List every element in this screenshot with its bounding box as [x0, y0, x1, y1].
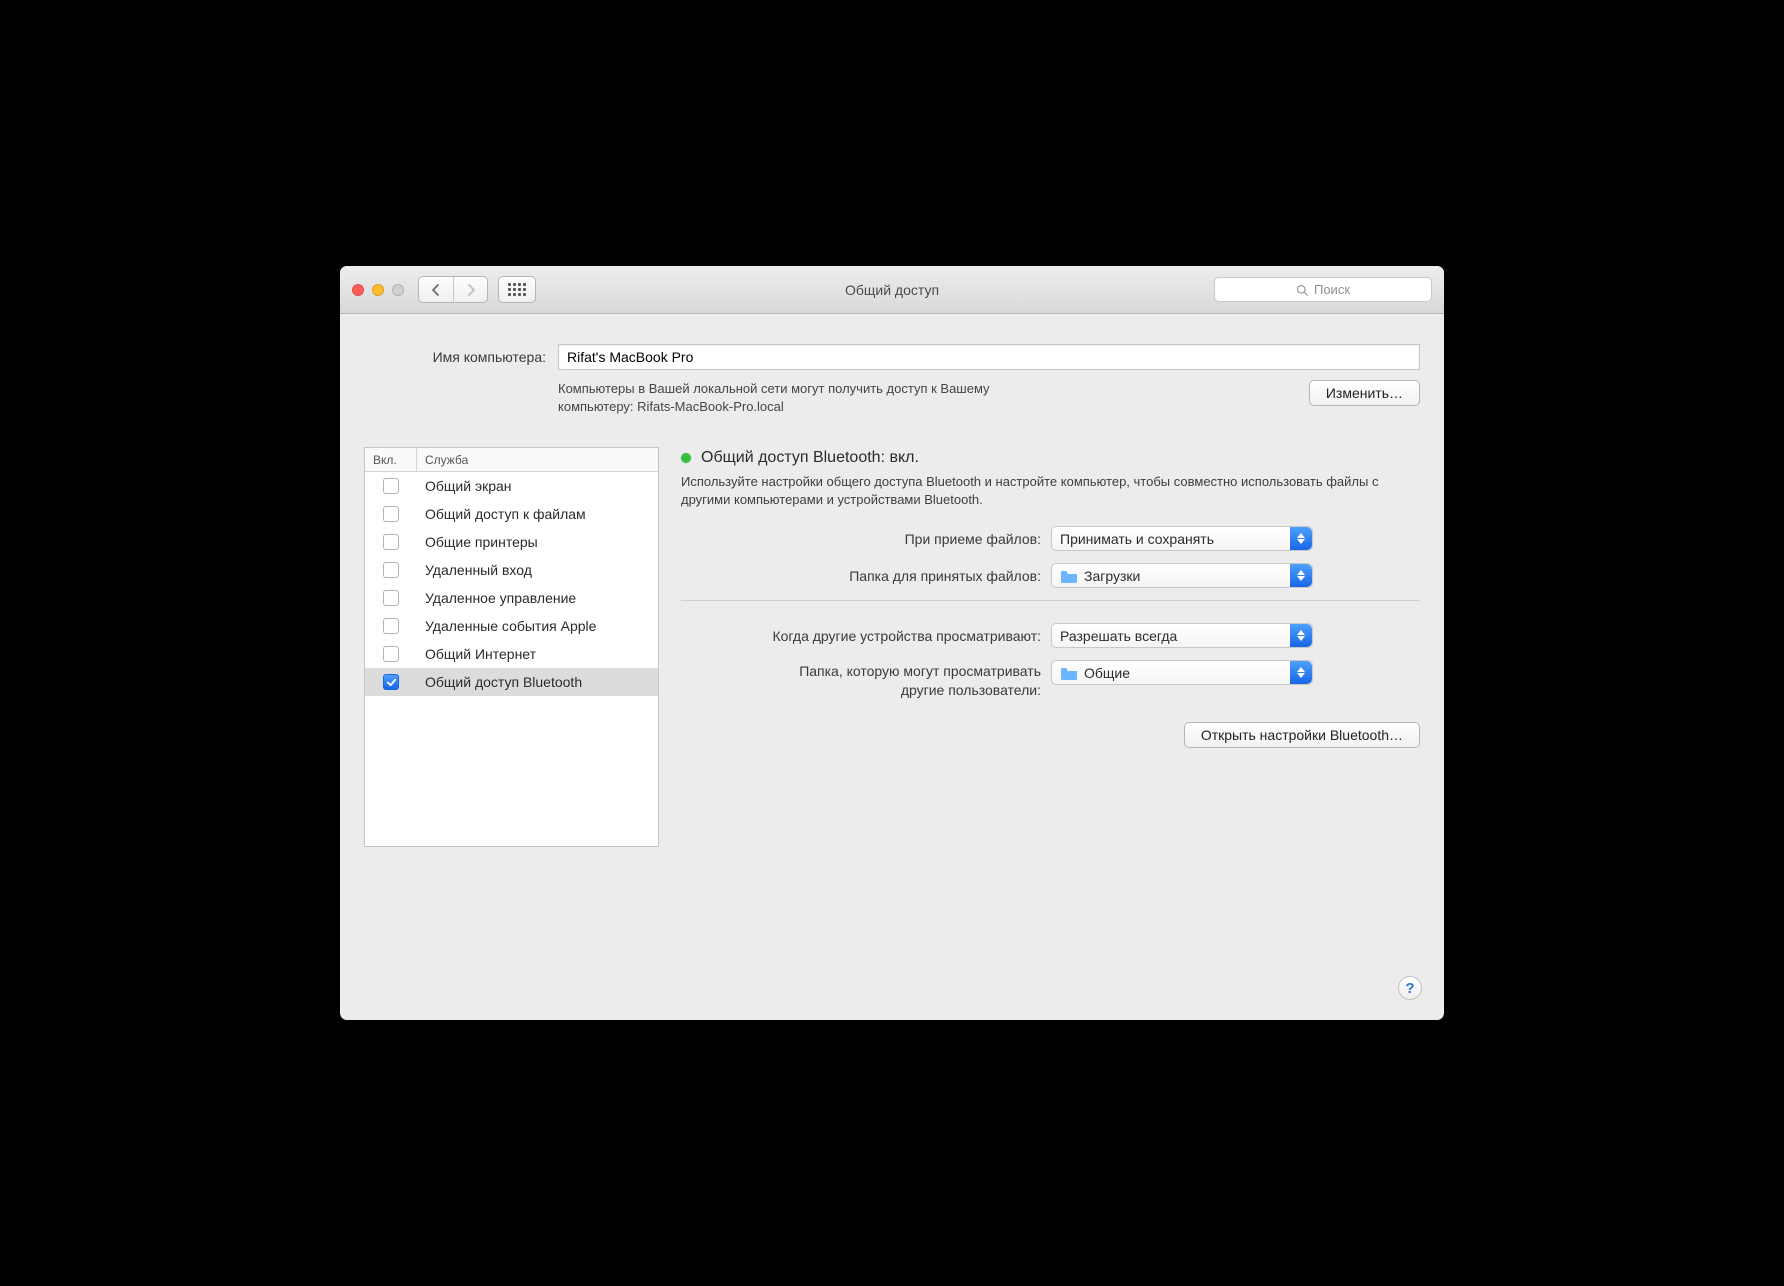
open-bluetooth-prefs-button[interactable]: Открыть настройки Bluetooth… [1184, 722, 1420, 748]
service-checkbox[interactable] [383, 534, 399, 550]
search-input[interactable]: Поиск [1214, 277, 1432, 302]
browse-folder-label: Папка, которую могут просматривать други… [681, 662, 1041, 700]
receive-folder-popup[interactable]: Загрузки [1051, 563, 1313, 588]
show-all-button[interactable] [498, 276, 536, 303]
service-checkbox[interactable] [383, 618, 399, 634]
col-service-header: Служба [417, 453, 468, 467]
services-table: Вкл. Служба Общий экран Общий доступ к фа… [364, 447, 659, 847]
search-icon [1296, 284, 1308, 296]
help-button[interactable]: ? [1398, 976, 1422, 1000]
service-label: Общий экран [417, 478, 512, 494]
status-title: Общий доступ Bluetooth: вкл. [701, 449, 919, 467]
service-checkbox[interactable] [383, 590, 399, 606]
chevron-left-icon [430, 284, 442, 296]
browse-action-label: Когда другие устройства просматривают: [681, 628, 1041, 644]
service-checkbox[interactable] [383, 478, 399, 494]
service-checkbox[interactable] [383, 506, 399, 522]
service-label: Общие принтеры [417, 534, 538, 550]
service-checkbox[interactable] [383, 674, 399, 690]
receive-action-label: При приеме файлов: [681, 531, 1041, 547]
service-checkbox[interactable] [383, 646, 399, 662]
service-row[interactable]: Общий доступ Bluetooth [365, 668, 658, 696]
popup-stepper-icon [1290, 527, 1312, 550]
service-checkbox[interactable] [383, 562, 399, 578]
browse-folder-popup[interactable]: Общие [1051, 660, 1313, 685]
folder-icon [1060, 569, 1078, 583]
service-label: Общий доступ Bluetooth [417, 674, 582, 690]
window-controls [352, 284, 404, 296]
edit-hostname-button[interactable]: Изменить… [1309, 380, 1420, 406]
content-area: Имя компьютера: Компьютеры в Вашей локал… [340, 314, 1444, 1020]
service-description: Используйте настройки общего доступа Blu… [681, 473, 1420, 508]
popup-stepper-icon [1290, 624, 1312, 647]
computer-name-input[interactable] [558, 344, 1420, 370]
service-row[interactable]: Общий Интернет [365, 640, 658, 668]
service-label: Общий Интернет [417, 646, 536, 662]
service-row[interactable]: Общий доступ к файлам [365, 500, 658, 528]
grid-icon [508, 283, 526, 296]
service-label: Удаленные события Apple [417, 618, 596, 634]
divider [681, 600, 1420, 601]
check-icon [386, 677, 397, 688]
service-detail: Общий доступ Bluetooth: вкл. Используйте… [681, 447, 1420, 847]
service-row[interactable]: Удаленное управление [365, 584, 658, 612]
titlebar: Общий доступ Поиск [340, 266, 1444, 314]
receive-folder-label: Папка для принятых файлов: [681, 568, 1041, 584]
computer-name-label: Имя компьютера: [364, 349, 546, 365]
service-row[interactable]: Общий экран [365, 472, 658, 500]
service-label: Общий доступ к файлам [417, 506, 586, 522]
folder-icon [1060, 666, 1078, 680]
minimize-icon[interactable] [372, 284, 384, 296]
service-label: Удаленный вход [417, 562, 532, 578]
popup-stepper-icon [1290, 661, 1312, 684]
zoom-icon [392, 284, 404, 296]
popup-stepper-icon [1290, 564, 1312, 587]
service-row[interactable]: Общие принтеры [365, 528, 658, 556]
services-header: Вкл. Служба [365, 448, 658, 472]
nav-segment [418, 276, 488, 303]
close-icon[interactable] [352, 284, 364, 296]
browse-action-popup[interactable]: Разрешать всегда [1051, 623, 1313, 648]
back-button[interactable] [419, 277, 453, 302]
col-on-header: Вкл. [365, 448, 417, 471]
search-placeholder: Поиск [1314, 282, 1350, 297]
status-indicator-icon [681, 453, 691, 463]
service-row[interactable]: Удаленные события Apple [365, 612, 658, 640]
service-row[interactable]: Удаленный вход [365, 556, 658, 584]
service-label: Удаленное управление [417, 590, 576, 606]
chevron-right-icon [465, 284, 477, 296]
forward-button[interactable] [453, 277, 487, 302]
computer-name-description: Компьютеры в Вашей локальной сети могут … [558, 380, 990, 415]
receive-action-popup[interactable]: Принимать и сохранять [1051, 526, 1313, 551]
preferences-window: Общий доступ Поиск Имя компьютера: Компь… [340, 266, 1444, 1020]
